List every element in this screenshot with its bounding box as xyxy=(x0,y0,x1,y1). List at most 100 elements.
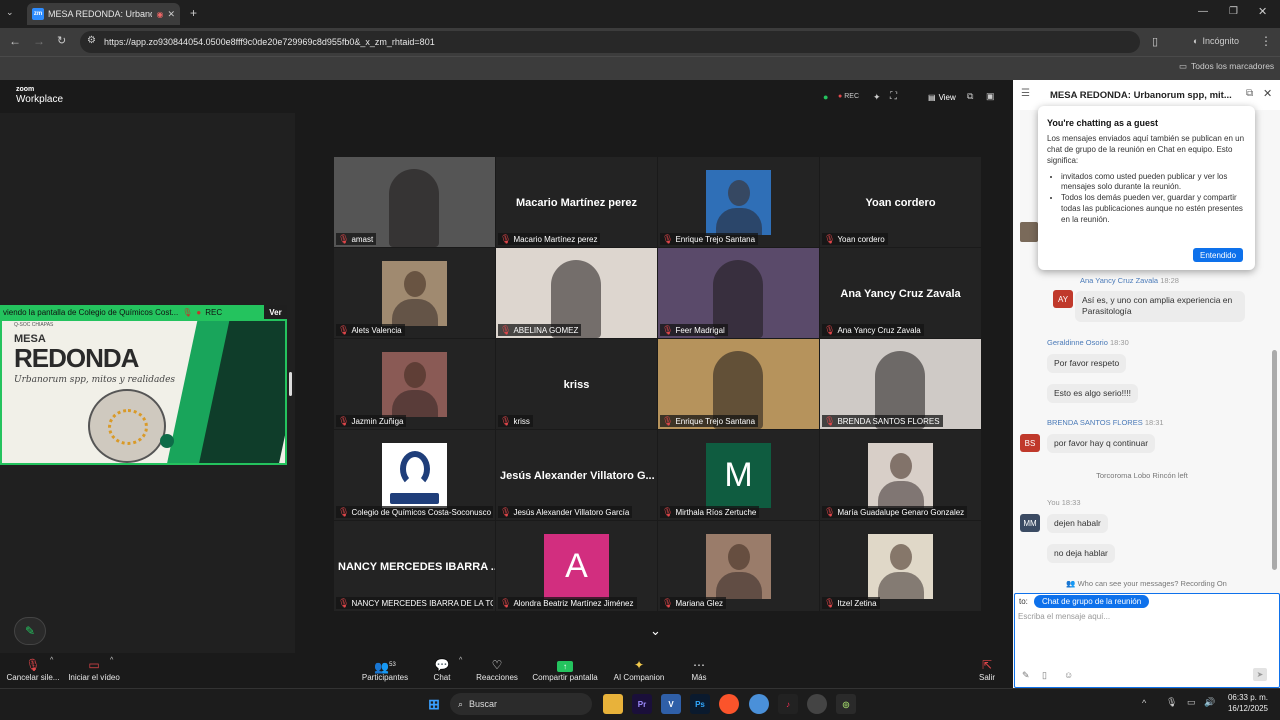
message-visibility-notice[interactable]: 👥 Who can see your messages? Recording O… xyxy=(1013,579,1280,588)
understood-button[interactable]: Entendido xyxy=(1193,248,1243,262)
attach-file-icon[interactable]: ▯ xyxy=(1042,670,1047,681)
participant-tile[interactable]: 🎙 Jazmin Zuñiga xyxy=(334,339,495,429)
format-text-icon[interactable]: ✎ xyxy=(1022,670,1030,681)
participant-tile[interactable]: 🎙 Itzel Zetina xyxy=(820,521,981,611)
pane-resize-handle[interactable] xyxy=(289,372,292,396)
send-icon[interactable]: ➤ xyxy=(1253,668,1267,681)
forward-icon[interactable]: → xyxy=(33,34,45,48)
tray-mic-icon[interactable]: 🎙 xyxy=(1166,697,1177,708)
taskbar-search-box[interactable]: ⌕ Buscar xyxy=(450,693,592,715)
minimize-meeting-icon[interactable]: ⧉ xyxy=(967,91,973,102)
participant-tile[interactable]: Ana Yancy Cruz Zavala 🎙 Ana Yancy Cruz Zav… xyxy=(820,248,981,338)
emoji-icon[interactable]: ☺ xyxy=(1064,670,1073,680)
url-bar[interactable]: ⚙ https://app.zo930844054.0500e8fff9c0de… xyxy=(80,31,1140,53)
qsoc-logo-mark xyxy=(400,451,430,487)
pip-icon[interactable]: ▣ xyxy=(986,91,995,102)
chat-button[interactable]: 💬 Chat xyxy=(426,657,458,682)
video-options-caret-icon[interactable]: ^ xyxy=(110,657,113,664)
leave-button[interactable]: ⇱ Salir xyxy=(974,657,1000,682)
browser-menu-icon[interactable]: ⋮ xyxy=(1260,34,1272,48)
participants-button[interactable]: 👥53 Participantes xyxy=(358,657,412,682)
participant-tile[interactable]: 🎙 amast xyxy=(334,157,495,247)
recording-indicator[interactable]: ● REC xyxy=(838,93,859,100)
audio-options-caret-icon[interactable]: ^ xyxy=(50,657,53,664)
premiere-pro-icon[interactable]: Pr xyxy=(632,694,652,714)
tiktok-icon[interactable]: ♪ xyxy=(778,694,798,714)
reactions-button[interactable]: ♡ Reacciones xyxy=(472,657,522,682)
brave-browser-icon[interactable] xyxy=(719,694,739,714)
windows-start-icon[interactable]: ⊞ xyxy=(424,694,444,714)
close-chat-icon[interactable]: ✕ xyxy=(1263,87,1272,100)
chrome-icon[interactable] xyxy=(749,694,769,714)
ai-sparkle-icon[interactable]: ✦ xyxy=(873,92,881,103)
annotate-pencil-icon[interactable]: ✎ xyxy=(14,617,46,645)
incognito-indicator[interactable]: ◐ Incógnito xyxy=(1193,36,1239,46)
participant-tile[interactable]: A 🎙 Alondra Beatriz Martínez Jiménez xyxy=(496,521,657,611)
tray-chevron-icon[interactable]: ^ xyxy=(1142,698,1146,708)
hide-toolbar-chevron-icon[interactable]: ⌄ xyxy=(650,623,661,639)
site-info-icon[interactable]: ⚙ xyxy=(87,35,96,46)
restore-window-icon[interactable]: ❐ xyxy=(1229,6,1238,17)
participant-tile[interactable]: Jesús Alexander Villatoro G... 🎙 Jesús Ale… xyxy=(496,430,657,520)
volume-icon[interactable]: 🔊 xyxy=(1204,697,1215,708)
participant-tile[interactable]: 🎙 Enrique Trejo Santana xyxy=(658,339,819,429)
participant-tile[interactable]: M 🎙 Mirthala Ríos Zertuche xyxy=(658,430,819,520)
chat-message[interactable]: Esto es algo serio!!!! xyxy=(1047,384,1139,404)
participant-name: ABELINA GOMEZ xyxy=(513,325,579,335)
chat-message-input[interactable]: Escriba el mensaje aquí... xyxy=(1018,612,1258,621)
participant-tile[interactable]: 🎙 Enrique Trejo Santana xyxy=(658,157,819,247)
start-video-button[interactable]: ▭ Iniciar el vídeo xyxy=(64,657,124,682)
close-tab-icon[interactable]: ✕ xyxy=(167,9,175,20)
participant-tile[interactable]: Macario Martínez perez 🎙 Macario Martínez … xyxy=(496,157,657,247)
ai-companion-label: AI Companion xyxy=(613,673,665,682)
person-silhouette xyxy=(404,271,426,297)
participant-tile[interactable]: 🎙 María Guadalupe Genaro Gonzalez xyxy=(820,430,981,520)
app-icon[interactable] xyxy=(807,694,827,714)
sender-name: Geraldinne Osorio xyxy=(1047,338,1108,347)
photoshop-icon[interactable]: Ps xyxy=(690,694,710,714)
chat-menu-icon[interactable]: ☰ xyxy=(1021,88,1030,99)
new-tab-button[interactable]: + xyxy=(190,6,197,20)
network-icon[interactable]: ▭ xyxy=(1187,697,1196,708)
tab-list-icon[interactable]: ⌄ xyxy=(6,7,14,18)
recipient-selector[interactable]: Chat de grupo de la reunión xyxy=(1034,595,1150,608)
participant-tile[interactable]: 🎙 Feer Madrigal xyxy=(658,248,819,338)
encryption-shield-icon[interactable]: ● xyxy=(823,92,828,102)
participant-tile[interactable]: 🎙 ABELINA GOMEZ xyxy=(496,248,657,338)
back-icon[interactable]: ← xyxy=(9,34,21,48)
fullscreen-icon[interactable]: ⛶ xyxy=(890,91,897,102)
chat-message[interactable]: no deja hablar xyxy=(1047,544,1115,564)
reload-icon[interactable]: ↻ xyxy=(57,34,66,47)
share-screen-button[interactable]: ↑ Compartir pantalla xyxy=(528,657,602,682)
participant-tile[interactable]: 🎙 Mariana Glez xyxy=(658,521,819,611)
minimize-window-icon[interactable]: — xyxy=(1198,6,1208,17)
participant-tile[interactable]: 🎙 Colegio de Químicos Costa-Soconusco xyxy=(334,430,495,520)
chat-scrollbar[interactable] xyxy=(1272,350,1277,570)
chat-message[interactable]: por favor hay q continuar xyxy=(1047,434,1156,454)
chat-message[interactable]: Así es, y uno con amplia experiencia en … xyxy=(1075,291,1245,322)
chat-message[interactable]: dejen habalr xyxy=(1047,514,1108,534)
ai-companion-button[interactable]: ✦ AI Companion xyxy=(610,657,668,682)
view-options-button[interactable]: Ver xyxy=(264,305,287,319)
all-bookmarks-button[interactable]: ▭ Todos los marcadores xyxy=(1179,61,1274,72)
v-app-icon[interactable]: V xyxy=(661,694,681,714)
participant-tile[interactable]: Yoan cordero 🎙 Yoan cordero xyxy=(820,157,981,247)
taskbar-clock[interactable]: 06:33 p. m. 16/12/2025 xyxy=(1222,693,1268,715)
shared-slide[interactable]: Q-SOC CHIAPAS MESA REDONDA Urbanorum spp… xyxy=(0,319,287,465)
close-window-icon[interactable]: ✕ xyxy=(1258,5,1267,18)
participant-tile[interactable]: 🎙 BRENDA SANTOS FLORES xyxy=(820,339,981,429)
browser-tab[interactable]: zm MESA REDONDA: Urbanorum ◉ ✕ xyxy=(27,3,180,25)
participant-tile[interactable]: 🎙 Alets Valencia xyxy=(334,248,495,338)
app-icon[interactable]: ◎ xyxy=(836,694,856,714)
more-button[interactable]: ⋯ Más xyxy=(684,657,714,682)
file-explorer-icon[interactable] xyxy=(603,694,623,714)
reading-mode-icon[interactable]: ▯ xyxy=(1152,35,1158,48)
popout-chat-icon[interactable]: ⧉ xyxy=(1246,88,1253,99)
chat-message[interactable]: Por favor respeto xyxy=(1047,354,1127,374)
view-button[interactable]: ▤ View xyxy=(928,93,956,102)
chat-options-caret-icon[interactable]: ^ xyxy=(459,657,462,664)
ai-companion-icon: ✦ xyxy=(633,658,645,672)
participant-tile[interactable]: NANCY MERCEDES IBARRA ... 🎙 NANCY MERCEDES… xyxy=(334,521,495,611)
unmute-button[interactable]: 🎙 Cancelar sile... xyxy=(4,657,62,682)
participant-tile[interactable]: kriss 🎙 kriss xyxy=(496,339,657,429)
